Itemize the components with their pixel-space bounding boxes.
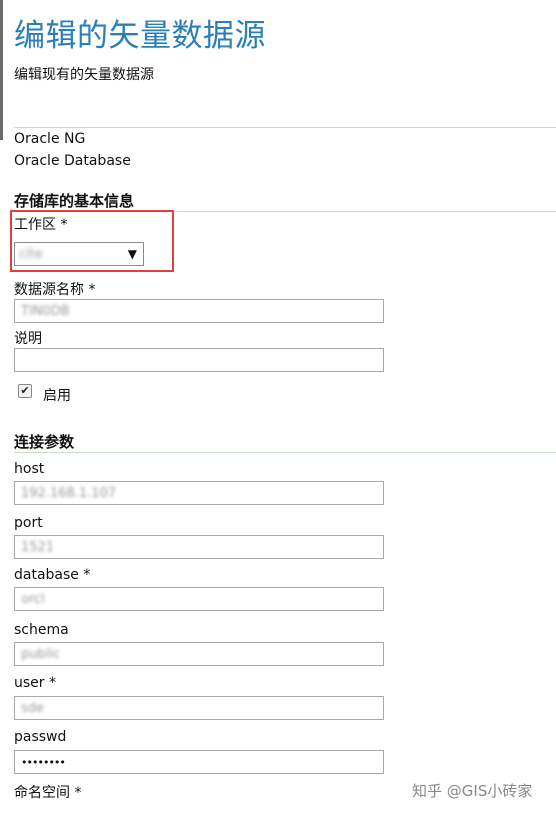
schema-input[interactable]: public — [14, 642, 384, 666]
datasource-name-value: TIN0DB — [21, 304, 70, 319]
page-title: 编辑的矢量数据源 — [14, 18, 266, 54]
passwd-input[interactable]: •••••••• — [14, 750, 384, 774]
user-value: sde — [21, 701, 45, 716]
watermark: 知乎 @GIS小砖家 — [412, 782, 533, 800]
database-value: orcl — [21, 592, 45, 607]
description-label: 说明 — [14, 331, 42, 347]
check-icon: ✔ — [20, 384, 30, 397]
divider — [14, 127, 556, 128]
namespace-label: 命名空间 * — [14, 785, 82, 801]
port-input[interactable]: 1521 — [14, 535, 384, 559]
divider — [14, 452, 556, 453]
enabled-checkbox[interactable]: ✔ — [18, 384, 32, 398]
port-value: 1521 — [21, 540, 55, 555]
schema-label: schema — [14, 622, 69, 638]
page-subtitle: 编辑现有的矢量数据源 — [14, 67, 154, 83]
highlight-annotation-box — [10, 210, 174, 272]
database-label: database * — [14, 567, 91, 583]
host-value: 192.168.1.107 — [21, 486, 117, 501]
passwd-value: •••••••• — [21, 756, 66, 769]
user-label: user * — [14, 675, 56, 691]
user-input[interactable]: sde — [14, 696, 384, 720]
datasource-name-input[interactable]: TIN0DB — [14, 299, 384, 323]
description-input[interactable] — [14, 348, 384, 372]
store-type-description: Oracle Database — [14, 153, 131, 169]
passwd-label: passwd — [14, 729, 67, 745]
host-label: host — [14, 461, 45, 477]
left-edge-bar — [0, 0, 3, 140]
basic-info-section-title: 存储库的基本信息 — [14, 192, 135, 210]
store-type-name: Oracle NG — [14, 131, 86, 147]
port-label: port — [14, 515, 43, 531]
schema-value: public — [21, 647, 61, 662]
database-input[interactable]: orcl — [14, 587, 384, 611]
host-input[interactable]: 192.168.1.107 — [14, 481, 384, 505]
enabled-label: 启用 — [43, 388, 71, 404]
connection-section-title: 连接参数 — [14, 433, 75, 451]
datasource-name-label: 数据源名称 * — [14, 282, 96, 298]
